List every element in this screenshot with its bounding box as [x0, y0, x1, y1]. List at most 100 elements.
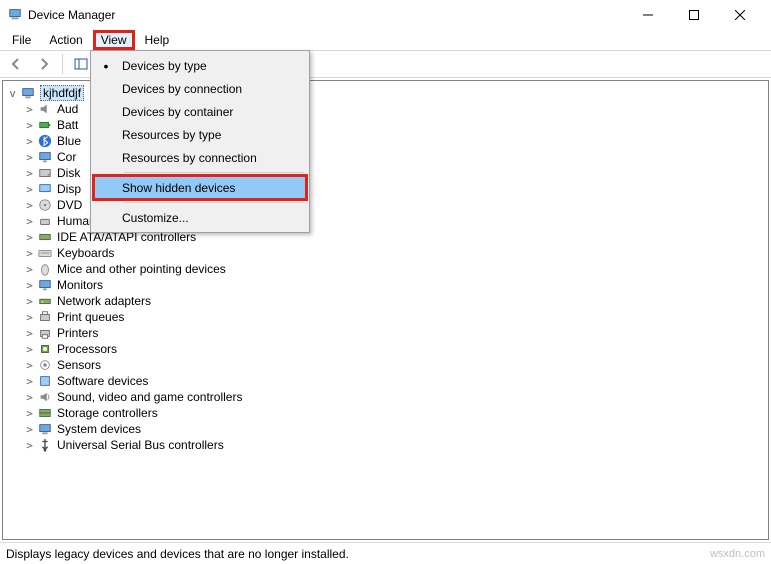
back-button[interactable]: [4, 53, 28, 75]
device-category-icon: [37, 389, 53, 405]
tree-item[interactable]: > Universal Serial Bus controllers: [5, 437, 768, 453]
menu-help[interactable]: Help: [137, 31, 178, 49]
computer-icon: [20, 85, 36, 101]
device-category-icon: [37, 309, 53, 325]
tree-item-label: Sound, video and game controllers: [57, 390, 242, 404]
expand-icon[interactable]: >: [22, 439, 37, 452]
expand-icon[interactable]: >: [22, 119, 37, 132]
expand-icon[interactable]: >: [22, 295, 37, 308]
device-category-icon: [37, 101, 53, 117]
expand-icon[interactable]: >: [22, 407, 37, 420]
device-category-icon: [37, 437, 53, 453]
expand-icon[interactable]: >: [22, 375, 37, 388]
device-category-icon: [37, 213, 53, 229]
tree-item[interactable]: > Network adapters: [5, 293, 768, 309]
tree-item-label: Aud: [57, 102, 78, 116]
tree-item-label: Disp: [57, 182, 81, 196]
tree-item-label: Sensors: [57, 358, 101, 372]
menu-devices-by-container[interactable]: Devices by container: [94, 100, 306, 123]
device-category-icon: [37, 341, 53, 357]
expand-icon[interactable]: >: [22, 215, 37, 228]
bullet-icon: •: [94, 58, 118, 74]
tree-item[interactable]: > Mice and other pointing devices: [5, 261, 768, 277]
tree-item-label: Network adapters: [57, 294, 151, 308]
tree-item-label: System devices: [57, 422, 141, 436]
app-icon: [8, 7, 22, 24]
title-bar-left: Device Manager: [8, 7, 115, 24]
menu-show-hidden-devices[interactable]: Show hidden devices: [94, 176, 306, 199]
collapse-icon[interactable]: v: [5, 87, 20, 100]
menu-file[interactable]: File: [4, 31, 39, 49]
caption-buttons: [625, 0, 763, 30]
tree-item-label: Software devices: [57, 374, 148, 388]
tree-item[interactable]: > Sound, video and game controllers: [5, 389, 768, 405]
menu-separator: [124, 202, 304, 203]
forward-button[interactable]: [32, 53, 56, 75]
tree-item-label: Print queues: [57, 310, 124, 324]
tree-item[interactable]: >Storage controllers: [5, 405, 768, 421]
expand-icon[interactable]: >: [22, 151, 37, 164]
expand-icon[interactable]: >: [22, 359, 37, 372]
expand-icon[interactable]: >: [22, 263, 37, 276]
maximize-button[interactable]: [671, 0, 717, 30]
toolbar-separator: [62, 54, 63, 74]
tree-item-label: Universal Serial Bus controllers: [57, 438, 224, 452]
tree-item-label: Blue: [57, 134, 81, 148]
tree-item-label: Keyboards: [57, 246, 114, 260]
device-category-icon: [37, 293, 53, 309]
expand-icon[interactable]: >: [22, 183, 37, 196]
expand-icon[interactable]: >: [22, 103, 37, 116]
expand-icon[interactable]: >: [22, 311, 37, 324]
tree-item-label: Mice and other pointing devices: [57, 262, 226, 276]
menu-resources-by-type[interactable]: Resources by type: [94, 123, 306, 146]
tree-item[interactable]: > System devices: [5, 421, 768, 437]
expand-icon[interactable]: >: [22, 167, 37, 180]
minimize-button[interactable]: [625, 0, 671, 30]
window-title: Device Manager: [28, 8, 115, 22]
tree-item-label: Cor: [57, 150, 76, 164]
menu-devices-by-type[interactable]: •Devices by type: [94, 54, 306, 77]
tree-item-label: DVD: [57, 198, 82, 212]
device-category-icon: [37, 245, 53, 261]
expand-icon[interactable]: >: [22, 391, 37, 404]
device-category-icon: [37, 133, 53, 149]
expand-icon[interactable]: >: [22, 327, 37, 340]
status-text: Displays legacy devices and devices that…: [6, 547, 349, 561]
device-category-icon: [37, 373, 53, 389]
expand-icon[interactable]: >: [22, 423, 37, 436]
view-menu-dropdown: •Devices by type Devices by connection D…: [90, 50, 310, 233]
device-category-icon: [37, 357, 53, 373]
tree-item-label: Processors: [57, 342, 117, 356]
tree-item[interactable]: > Print queues: [5, 309, 768, 325]
menu-devices-by-connection[interactable]: Devices by connection: [94, 77, 306, 100]
watermark: wsxdn.com: [710, 548, 765, 560]
expand-icon[interactable]: >: [22, 279, 37, 292]
tree-item[interactable]: > Processors: [5, 341, 768, 357]
expand-icon[interactable]: >: [22, 135, 37, 148]
expand-icon[interactable]: >: [22, 247, 37, 260]
tree-item[interactable]: > Sensors: [5, 357, 768, 373]
menu-resources-by-connection[interactable]: Resources by connection: [94, 146, 306, 169]
close-button[interactable]: [717, 0, 763, 30]
tree-item-label: Monitors: [57, 278, 103, 292]
device-category-icon: [37, 405, 53, 421]
menu-view[interactable]: View: [93, 30, 135, 50]
device-category-icon: [37, 181, 53, 197]
tree-item-label: Batt: [57, 118, 78, 132]
device-category-icon: [37, 149, 53, 165]
status-bar: Displays legacy devices and devices that…: [0, 542, 771, 564]
expand-icon[interactable]: >: [22, 343, 37, 356]
device-category-icon: [37, 197, 53, 213]
expand-icon[interactable]: >: [22, 199, 37, 212]
menu-bar: File Action View Help: [0, 30, 771, 50]
tree-item[interactable]: > Monitors: [5, 277, 768, 293]
expand-icon[interactable]: >: [22, 231, 37, 244]
title-bar: Device Manager: [0, 0, 771, 30]
tree-item[interactable]: > Keyboards: [5, 245, 768, 261]
menu-separator: [124, 172, 304, 173]
tree-item[interactable]: >Printers: [5, 325, 768, 341]
tree-item[interactable]: > Software devices: [5, 373, 768, 389]
menu-action[interactable]: Action: [41, 31, 90, 49]
menu-customize[interactable]: Customize...: [94, 206, 306, 229]
device-category-icon: [37, 261, 53, 277]
